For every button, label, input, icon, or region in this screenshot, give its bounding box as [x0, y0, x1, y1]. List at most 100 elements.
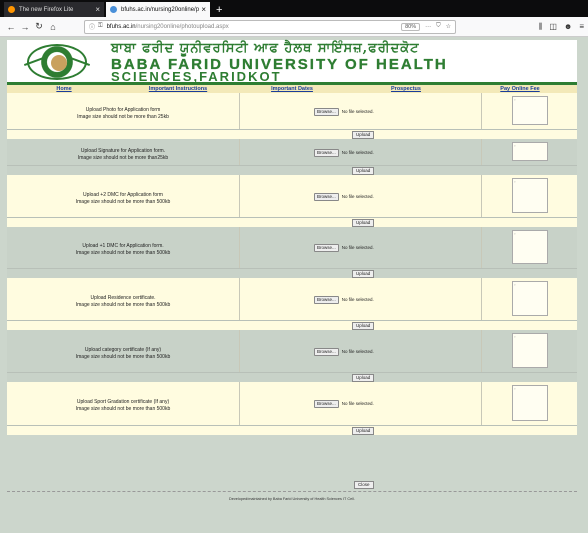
- upload-bar: Upload: [7, 373, 577, 382]
- image-preview: ▫: [512, 333, 548, 368]
- upload-instruction: Upload category certificate (If any) Imag…: [7, 347, 239, 360]
- close-tab-icon[interactable]: ×: [201, 5, 206, 14]
- menu-pay-online-fee[interactable]: Pay Online Fee: [463, 85, 577, 93]
- upload-instruction: Upload +1 DMC for Application form. Image…: [7, 243, 239, 256]
- file-input[interactable]: Browse... No file selected.: [314, 348, 374, 356]
- new-tab-button[interactable]: +: [212, 3, 226, 17]
- reload-icon[interactable]: ↻: [32, 21, 46, 32]
- tab-firefox-lite[interactable]: The new Firefox Lite ×: [4, 2, 104, 17]
- upload-instruction: Upload Signature for Application form. Im…: [7, 148, 239, 161]
- menu-important-instructions[interactable]: Important Instructions: [121, 85, 235, 93]
- logo-wing-right: [65, 56, 91, 74]
- column-divider: [481, 139, 482, 165]
- more-actions-icon[interactable]: ···: [425, 24, 431, 30]
- browse-button[interactable]: Browse...: [314, 149, 339, 157]
- file-input[interactable]: Browse... No file selected.: [314, 108, 374, 116]
- close-tab-icon[interactable]: ×: [95, 5, 100, 14]
- punjabi-title: ਬਾਬਾ ਫਰੀਦ ਯੂਨੀਵਰਸਿਟੀ ਆਫ ਹੈਲਥ ਸਾਇੰਸਜ਼,ਫਰੀ…: [111, 41, 420, 56]
- upload-button[interactable]: Upload: [352, 374, 375, 382]
- tab-bfuhs[interactable]: bfuhs.ac.in/nursing20online/p ×: [106, 2, 210, 17]
- account-icon[interactable]: ☻: [564, 22, 572, 32]
- file-input[interactable]: Browse... No file selected.: [314, 400, 374, 408]
- no-file-label: No file selected.: [341, 150, 374, 156]
- bookmark-star-icon[interactable]: ☆: [446, 23, 451, 30]
- broken-image-icon: ▫: [514, 231, 516, 236]
- column-divider: [481, 175, 482, 217]
- lock-icon: ⚿: [98, 23, 103, 29]
- no-file-label: No file selected.: [341, 245, 374, 251]
- menu-icon[interactable]: ≡: [579, 22, 584, 32]
- no-file-label: No file selected.: [341, 401, 374, 407]
- column-divider: [481, 382, 482, 425]
- upload-bar: Upload: [7, 166, 577, 175]
- divider: [7, 491, 577, 492]
- upload-button[interactable]: Upload: [352, 270, 375, 278]
- column-divider: [239, 330, 240, 372]
- no-file-label: No file selected.: [341, 349, 374, 355]
- site-favicon-icon: [110, 6, 117, 13]
- library-icon[interactable]: ⫼: [539, 22, 543, 32]
- home-icon[interactable]: ⌂: [46, 22, 60, 32]
- url-host: bfuhs.ac.in: [106, 23, 136, 30]
- upload-row: Upload Residence certificate. Image size …: [7, 278, 577, 321]
- upload-size-note: Image size should not be more than25kb: [77, 154, 169, 161]
- logo-emblem: [51, 55, 67, 71]
- broken-image-icon: ▫: [514, 97, 516, 102]
- upload-row: Upload category certificate (If any) Imag…: [7, 330, 577, 373]
- zoom-level[interactable]: 80%: [401, 22, 421, 31]
- close-button[interactable]: Close: [354, 481, 374, 489]
- pocket-icon[interactable]: ⛉: [436, 23, 441, 30]
- browse-button[interactable]: Browse...: [314, 193, 339, 201]
- sidebar-icon[interactable]: ◫: [549, 22, 557, 32]
- broken-image-icon: ▫: [514, 179, 516, 184]
- info-icon[interactable]: ⓘ: [89, 22, 95, 31]
- upload-button[interactable]: Upload: [352, 167, 375, 175]
- upload-button[interactable]: Upload: [352, 131, 375, 139]
- browse-button[interactable]: Browse...: [314, 348, 339, 356]
- column-divider: [481, 227, 482, 268]
- university-banner: ਬਾਬਾ ਫਰੀਦ ਯੂਨੀਵਰਸਿਟੀ ਆਫ ਹੈਲਥ ਸਾਇੰਸਜ਼,ਫਰੀ…: [7, 40, 577, 85]
- column-divider: [239, 227, 240, 268]
- image-preview: ▫: [512, 178, 548, 213]
- tab-title: bfuhs.ac.in/nursing20online/p: [121, 6, 200, 13]
- top-menu: Home Important Instructions Important Da…: [7, 85, 577, 93]
- file-input[interactable]: Browse... No file selected.: [314, 296, 374, 304]
- url-path: /nursing20online/photoupload.aspx: [135, 23, 229, 30]
- logo-wing-left: [23, 56, 49, 74]
- menu-prospectus[interactable]: Prospectus: [349, 85, 463, 93]
- english-title-line2: SCIENCES,FARIDKOT: [111, 69, 282, 84]
- forward-icon[interactable]: →: [18, 22, 32, 32]
- upload-instruction: Upload +2 DMC for Application form Image …: [7, 192, 239, 205]
- file-input[interactable]: Browse... No file selected.: [314, 149, 374, 157]
- image-preview: ▫: [512, 230, 548, 264]
- upload-bar: Upload: [7, 130, 577, 139]
- browse-button[interactable]: Browse...: [314, 108, 339, 116]
- broken-image-icon: ▫: [514, 143, 516, 148]
- upload-row: Upload +2 DMC for Application form Image …: [7, 175, 577, 218]
- browse-button[interactable]: Browse...: [314, 400, 339, 408]
- no-file-label: No file selected.: [341, 194, 374, 200]
- url-bar[interactable]: ⓘ ⚿ bfuhs.ac.in /nursing20online/photoup…: [84, 19, 456, 34]
- upload-row: Upload Photo for Application form Image s…: [7, 93, 577, 130]
- broken-image-icon: ▫: [514, 334, 516, 339]
- browse-button[interactable]: Browse...: [314, 296, 339, 304]
- image-preview: ▫: [512, 385, 548, 421]
- upload-row: Upload Signature for Application form. Im…: [7, 139, 577, 166]
- column-divider: [239, 278, 240, 320]
- upload-size-note: Image size should not be more than 500kb: [75, 353, 171, 360]
- image-preview: ▫: [512, 142, 548, 161]
- upload-button[interactable]: Upload: [352, 427, 375, 435]
- navigation-bar: ← → ↻ ⌂ ⓘ ⚿ bfuhs.ac.in /nursing20online…: [0, 17, 588, 37]
- column-divider: [239, 93, 240, 129]
- image-preview: ▫: [512, 96, 548, 125]
- upload-button[interactable]: Upload: [352, 219, 375, 227]
- broken-image-icon: ▫: [514, 282, 516, 287]
- column-divider: [481, 278, 482, 320]
- file-input[interactable]: Browse... No file selected.: [314, 193, 374, 201]
- browse-button[interactable]: Browse...: [314, 244, 339, 252]
- menu-home[interactable]: Home: [7, 85, 121, 93]
- menu-important-dates[interactable]: Important Dates: [235, 85, 349, 93]
- upload-button[interactable]: Upload: [352, 322, 375, 330]
- back-icon[interactable]: ←: [4, 22, 18, 32]
- file-input[interactable]: Browse... No file selected.: [314, 244, 374, 252]
